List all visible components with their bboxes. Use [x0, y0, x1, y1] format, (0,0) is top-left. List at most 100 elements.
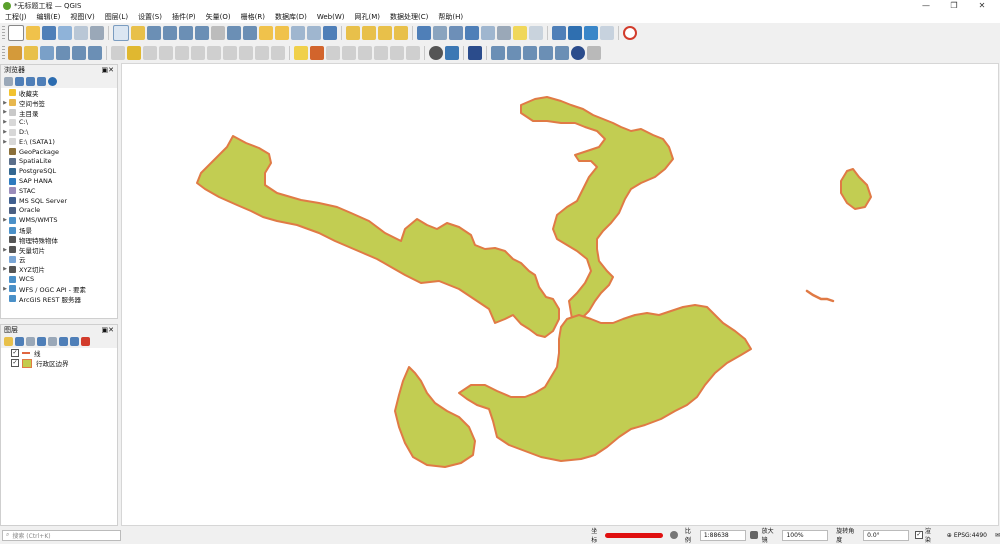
settings-gear-icon[interactable]: [568, 26, 582, 40]
new-project-icon[interactable]: [8, 25, 24, 41]
crs-icon[interactable]: ⊕: [947, 532, 952, 539]
layer-visibility-checkbox[interactable]: ✓: [11, 359, 19, 367]
render-checkbox[interactable]: ✓: [914, 531, 923, 539]
cut-features-icon[interactable]: [207, 46, 221, 60]
browser-item[interactable]: Oracle: [1, 206, 117, 216]
manage-map-themes-icon[interactable]: [26, 337, 35, 346]
new-map-view-icon[interactable]: [291, 26, 305, 40]
toggle-editing-pencil-icon[interactable]: [127, 46, 141, 60]
zoom-layer-icon[interactable]: [243, 26, 257, 40]
deselect-icon[interactable]: [378, 26, 392, 40]
python-icon[interactable]: [445, 46, 459, 60]
menu-database[interactable]: 数据库(D): [270, 11, 312, 23]
menu-edit[interactable]: 编辑(E): [32, 11, 66, 23]
zoom-full-icon[interactable]: [211, 26, 225, 40]
expand-arrow-icon[interactable]: ▶: [1, 119, 9, 125]
expand-all-icon[interactable]: [59, 337, 68, 346]
statistics-icon[interactable]: [465, 26, 479, 40]
expand-arrow-icon[interactable]: ▶: [1, 129, 9, 135]
locator-search-input[interactable]: ⌕ 搜索 (Ctrl+K): [2, 529, 122, 541]
add-delimited-text-icon[interactable]: [56, 46, 70, 60]
show-labels-icon[interactable]: [342, 46, 356, 60]
rotation-spinbox[interactable]: 0.0°: [863, 529, 909, 541]
info-icon[interactable]: [571, 46, 585, 60]
open-attribute-table-icon[interactable]: [433, 26, 447, 40]
collapse-layers-icon[interactable]: [70, 337, 79, 346]
save-as-icon[interactable]: [58, 26, 72, 40]
pan-to-selection-icon[interactable]: [131, 26, 145, 40]
data-source-manager-icon[interactable]: [8, 46, 22, 60]
label-properties-icon[interactable]: [406, 46, 420, 60]
browser-item[interactable]: PostgreSQL: [1, 166, 117, 176]
toggle-extents-icon[interactable]: [669, 531, 678, 539]
browser-item[interactable]: SAP HANA: [1, 176, 117, 186]
messages-icon[interactable]: ✉: [995, 532, 1000, 539]
close-button[interactable]: ✕: [968, 0, 996, 11]
maximize-button[interactable]: ❐: [940, 0, 968, 11]
zoom-in-icon[interactable]: [147, 26, 161, 40]
expand-arrow-icon[interactable]: ▶: [1, 286, 9, 292]
qgis-plugin-icon[interactable]: [429, 46, 443, 60]
map-svg[interactable]: [122, 64, 999, 526]
temporal-controller-icon[interactable]: [307, 26, 321, 40]
zoom-last-icon[interactable]: [259, 26, 273, 40]
expand-arrow-icon[interactable]: ▶: [1, 217, 9, 223]
menu-web[interactable]: Web(W): [312, 11, 350, 23]
magnifier-spinbox[interactable]: 100%: [782, 529, 829, 541]
pan-hand-icon[interactable]: [113, 25, 129, 41]
minimize-button[interactable]: —: [912, 0, 940, 11]
browser-item[interactable]: ▶ 主目录: [1, 108, 117, 118]
digitize-icon[interactable]: [159, 46, 173, 60]
refresh-icon[interactable]: [323, 26, 337, 40]
field-calculator-icon[interactable]: [481, 26, 495, 40]
digitize-line-icon[interactable]: [491, 46, 505, 60]
browser-item[interactable]: ▶ XYZ切片: [1, 264, 117, 274]
zoom-rubberband-icon[interactable]: [179, 26, 193, 40]
pin-labels-icon[interactable]: [326, 46, 340, 60]
browser-item[interactable]: 收藏夹: [1, 88, 117, 98]
browser-item[interactable]: SpatiaLite: [1, 157, 117, 167]
browser-item[interactable]: STAC: [1, 186, 117, 196]
browser-item[interactable]: WCS: [1, 274, 117, 284]
tools-wrench-icon[interactable]: [587, 46, 601, 60]
add-wms-layer-icon[interactable]: [72, 46, 86, 60]
browser-item[interactable]: 云: [1, 255, 117, 264]
current-edits-icon[interactable]: [111, 46, 125, 60]
rotate-label-icon[interactable]: [374, 46, 388, 60]
browser-item[interactable]: ▶ C:\: [1, 117, 117, 127]
delete-selected-icon[interactable]: [191, 46, 205, 60]
menu-help[interactable]: 帮助(H): [433, 11, 468, 23]
browser-item[interactable]: 场景: [1, 225, 117, 235]
remove-layer-icon[interactable]: [81, 337, 90, 346]
redo-icon[interactable]: [271, 46, 285, 60]
menu-mesh[interactable]: 网孔(M): [349, 11, 385, 23]
undo-icon[interactable]: [255, 46, 269, 60]
save-project-icon[interactable]: [42, 26, 56, 40]
browser-item[interactable]: ▶ D:\: [1, 127, 117, 137]
select-features-icon[interactable]: [362, 26, 376, 40]
vertex-tool-icon[interactable]: [175, 46, 189, 60]
print-layout-icon[interactable]: [74, 26, 88, 40]
paste-features-icon[interactable]: [239, 46, 253, 60]
browser-item[interactable]: MS SQL Server: [1, 196, 117, 206]
scale-combobox[interactable]: 1:88638: [699, 529, 746, 541]
expand-arrow-icon[interactable]: ▶: [1, 247, 9, 253]
menu-project[interactable]: 工程(J): [0, 11, 32, 23]
zoom-out-icon[interactable]: [163, 26, 177, 40]
crs-label[interactable]: EPSG:4490: [954, 532, 987, 539]
menu-settings[interactable]: 设置(S): [133, 11, 167, 23]
layout-manager-icon[interactable]: [90, 26, 104, 40]
browser-item[interactable]: ▶ 矢量切片: [1, 245, 117, 255]
expand-arrow-icon[interactable]: ▶: [1, 139, 9, 145]
filter-browser-icon[interactable]: [26, 77, 35, 86]
add-raster-layer-icon[interactable]: [40, 46, 54, 60]
expand-arrow-icon[interactable]: ▶: [1, 109, 9, 115]
browser-item[interactable]: ArcGIS REST 服务器: [1, 294, 117, 304]
search-globe-icon[interactable]: [584, 26, 598, 40]
lock-scale-icon[interactable]: [749, 531, 758, 539]
menu-vector[interactable]: 矢量(O): [201, 11, 236, 23]
panel-close-icon[interactable]: ▣✕: [102, 66, 114, 74]
zoom-selection-icon[interactable]: [227, 26, 241, 40]
add-vector-layer-icon[interactable]: [24, 46, 38, 60]
menu-processing[interactable]: 数据处理(C): [385, 11, 433, 23]
